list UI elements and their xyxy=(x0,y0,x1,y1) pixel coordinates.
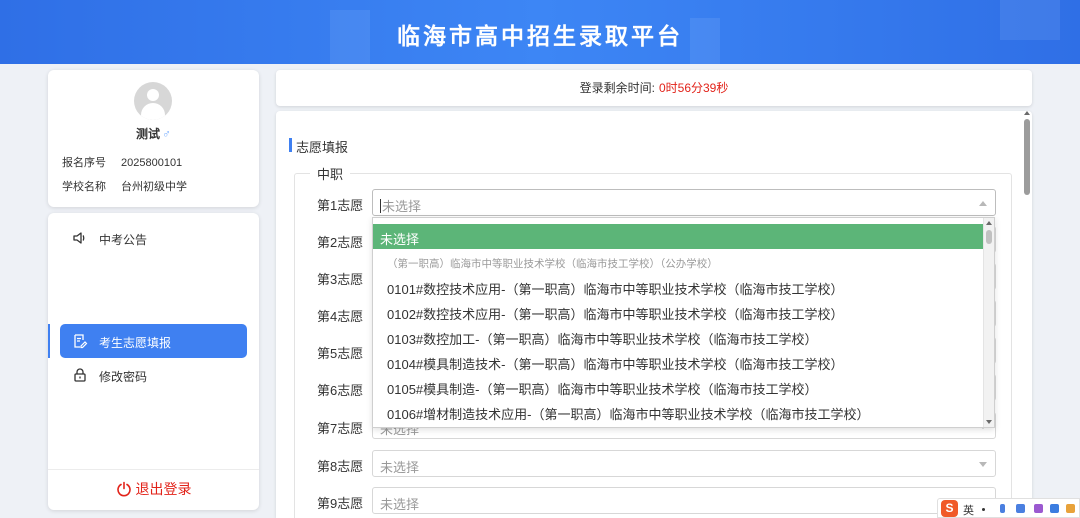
chevron-up-icon xyxy=(979,201,987,206)
choice-dropdown-list: 未选择 （第一职高）临海市中等职业技术学校（临海市技工学校）（公办学校） 010… xyxy=(372,217,995,428)
sidebar: 测试 ♂ 报名序号 2025800101 学校名称 台州初级中学 中考公告 考生志愿填… xyxy=(48,70,259,510)
edit-icon xyxy=(74,334,88,349)
reg-number-value: 2025800101 xyxy=(121,157,183,169)
scroll-up-icon[interactable] xyxy=(1024,111,1030,115)
microphone-icon[interactable] xyxy=(1000,504,1005,513)
sogou-logo-icon[interactable]: S xyxy=(941,500,958,517)
school-name-row: 学校名称 台州初级中学 xyxy=(62,178,187,194)
menu-item-label: 考生志愿填报 xyxy=(99,336,172,350)
dropdown-scrollbar[interactable] xyxy=(983,218,994,427)
choice-row: 第8志愿 未选择 xyxy=(317,450,996,477)
scroll-thumb[interactable] xyxy=(986,230,992,244)
choice-label: 第3志愿 xyxy=(317,272,364,287)
option-label: 0105#模具制造-（第一职高）临海市中等职业技术学校（临海市技工学校） xyxy=(387,382,818,397)
dropdown-option[interactable]: 0101#数控技术应用-（第一职高）临海市中等职业技术学校（临海市技工学校） xyxy=(373,274,983,299)
choice-label: 第8志愿 xyxy=(317,459,364,474)
session-timer-label: 登录剩余时间: xyxy=(579,81,655,95)
avatar xyxy=(134,82,172,120)
option-label: 0104#模具制造技术-（第一职高）临海市中等职业技术学校（临海市技工学校） xyxy=(387,357,844,372)
app-header: 临海市高中招生录取平台 xyxy=(0,0,1080,64)
option-group-label: （第一职高）临海市中等职业技术学校（临海市技工学校）（公办学校） xyxy=(387,258,718,270)
page-scrollbar[interactable] xyxy=(1021,111,1032,518)
choice-label: 第2志愿 xyxy=(317,235,364,250)
dropdown-option[interactable]: 0103#数控加工-（第一职高）临海市中等职业技术学校（临海市技工学校） xyxy=(373,324,983,349)
punctuation-icon[interactable] xyxy=(982,508,985,511)
choice-row: 第1志愿 未选择 xyxy=(317,189,996,216)
menu-item-label: 中考公告 xyxy=(99,233,148,247)
scroll-thumb[interactable] xyxy=(1024,119,1030,195)
option-label: 0106#增材制造技术应用-（第一职高）临海市中等职业技术学校（临海市技工学校） xyxy=(387,407,870,422)
choice-select[interactable]: 未选择 xyxy=(372,189,996,216)
group-legend: 中职 xyxy=(310,164,351,183)
option-label: 0103#数控加工-（第一职高）临海市中等职业技术学校（临海市技工学校） xyxy=(387,332,818,347)
session-timer-value: 0时56分39秒 xyxy=(658,81,729,95)
reg-number-label: 报名序号 xyxy=(62,157,106,169)
choice-label: 第7志愿 xyxy=(317,421,364,436)
option-label: 未选择 xyxy=(380,232,420,247)
profile-card: 测试 ♂ 报名序号 2025800101 学校名称 台州初级中学 xyxy=(48,70,259,207)
choice-label: 第6志愿 xyxy=(317,383,364,398)
user-name: 测试 xyxy=(135,127,160,141)
application-panel: 志愿填报 中职 第1志愿 未选择 第2志愿 第3志愿 第4志愿 第5志愿 第6志… xyxy=(276,111,1032,518)
option-label: 0101#数控技术应用-（第一职高）临海市中等职业技术学校（临海市技工学校） xyxy=(387,282,844,297)
speaker-icon xyxy=(73,232,85,244)
section-title: 志愿填报 xyxy=(289,137,348,156)
school-name-value: 台州初级中学 xyxy=(121,181,187,193)
dropdown-option[interactable]: 0105#模具制造-（第一职高）临海市中等职业技术学校（临海市技工学校） xyxy=(373,374,983,399)
choice-row: 第9志愿 未选择 xyxy=(317,487,996,514)
ime-mode-toggle[interactable]: 英 xyxy=(963,502,974,518)
choice-label: 第4志愿 xyxy=(317,309,364,324)
option-label: 0102#数控技术应用-（第一职高）临海市中等职业技术学校（临海市技工学校） xyxy=(387,307,844,322)
logout-button[interactable]: 退出登录 xyxy=(48,479,259,505)
menu-item-announcement[interactable]: 中考公告 xyxy=(60,221,247,255)
choice-select[interactable]: 未选择 xyxy=(372,487,996,514)
menu-divider xyxy=(48,469,259,470)
app-title: 临海市高中招生录取平台 xyxy=(397,24,683,50)
male-icon: ♂ xyxy=(162,127,171,141)
choice-label: 第5志愿 xyxy=(317,346,364,361)
dropdown-option[interactable]: 未选择 xyxy=(373,224,983,249)
chevron-down-icon xyxy=(979,462,987,467)
ime-toolbar: S 英 xyxy=(937,498,1080,518)
session-timer-bar: 登录剩余时间: 0时56分39秒 xyxy=(276,70,1032,106)
text-caret xyxy=(380,199,381,213)
dropdown-option-group: （第一职高）临海市中等职业技术学校（临海市技工学校）（公办学校） xyxy=(373,249,983,274)
choice-label: 第9志愿 xyxy=(317,496,364,511)
more-icon[interactable] xyxy=(1066,504,1075,513)
reg-number-row: 报名序号 2025800101 xyxy=(62,154,182,170)
logout-label: 退出登录 xyxy=(135,481,192,497)
menu-card: 中考公告 考生志愿填报 修改密码 退出登录 xyxy=(48,213,259,510)
active-indicator xyxy=(48,324,50,358)
choice-value: 未选择 xyxy=(382,199,422,214)
scroll-up-icon[interactable] xyxy=(986,221,992,225)
dropdown-option[interactable]: 0102#数控技术应用-（第一职高）临海市中等职业技术学校（临海市技工学校） xyxy=(373,299,983,324)
menu-item-application[interactable]: 考生志愿填报 xyxy=(60,324,247,358)
skin-icon[interactable] xyxy=(1034,504,1043,513)
choice-value: 未选择 xyxy=(380,460,420,475)
power-icon xyxy=(116,481,131,497)
toolbox-icon[interactable] xyxy=(1050,504,1059,513)
dropdown-option[interactable]: 0104#模具制造技术-（第一职高）临海市中等职业技术学校（临海市技工学校） xyxy=(373,349,983,374)
user-name-row: 测试 ♂ xyxy=(48,125,259,142)
menu-item-password[interactable]: 修改密码 xyxy=(60,358,247,392)
school-name-label: 学校名称 xyxy=(62,181,106,193)
keyboard-icon[interactable] xyxy=(1016,504,1025,513)
menu-item-label: 修改密码 xyxy=(99,370,148,384)
choice-select[interactable]: 未选择 xyxy=(372,450,996,477)
choice-value: 未选择 xyxy=(380,497,420,512)
choice-label: 第1志愿 xyxy=(317,198,364,213)
dropdown-option[interactable]: 0106#增材制造技术应用-（第一职高）临海市中等职业技术学校（临海市技工学校） xyxy=(373,399,983,424)
scroll-down-icon[interactable] xyxy=(986,420,992,424)
lock-icon xyxy=(74,368,86,382)
